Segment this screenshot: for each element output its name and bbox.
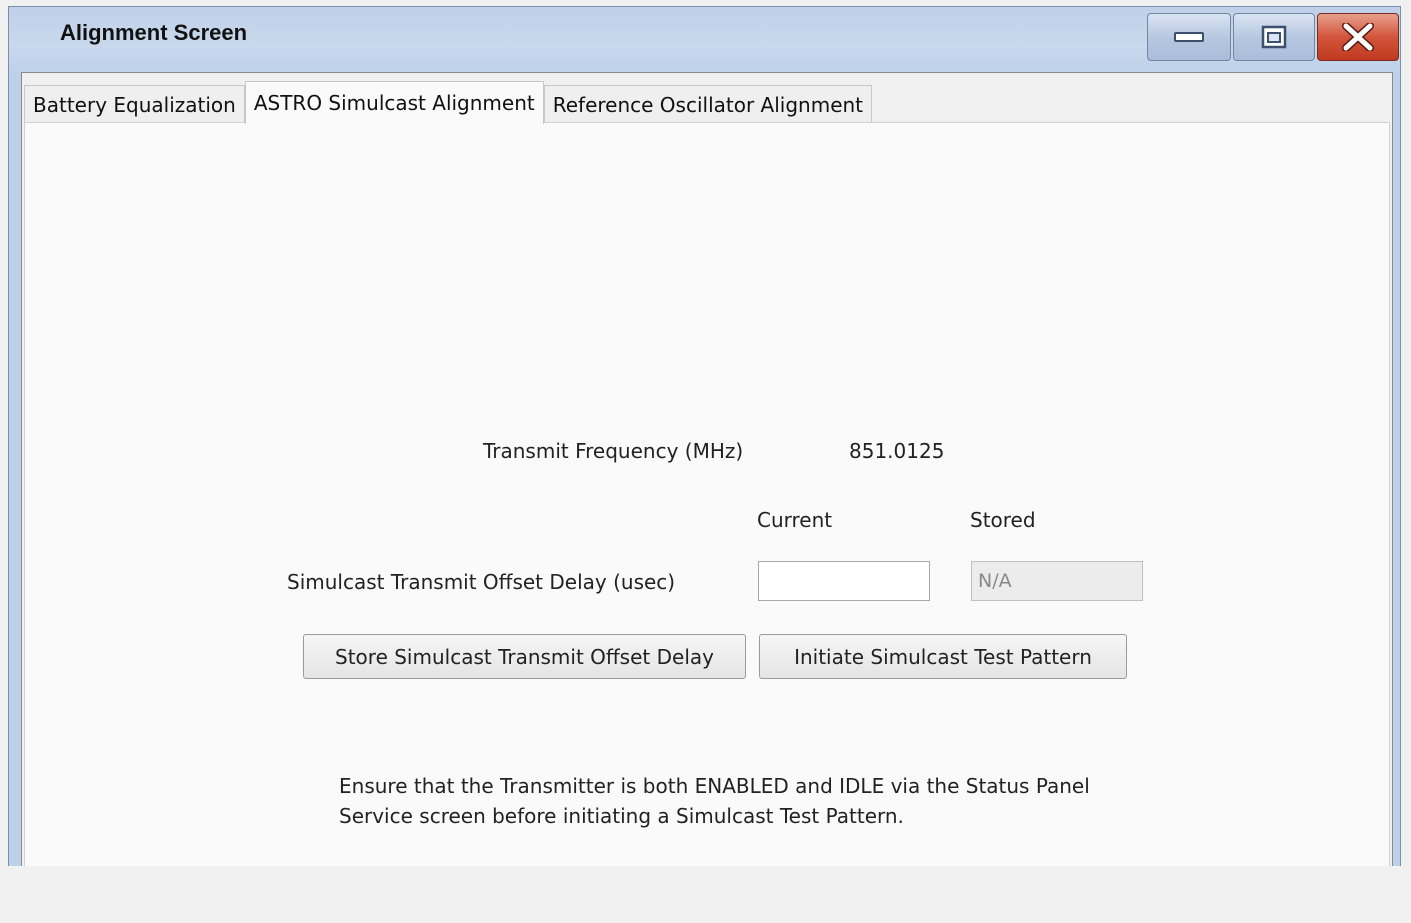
window-title: Alignment Screen <box>60 20 248 45</box>
minimize-button[interactable] <box>1147 13 1231 61</box>
stored-column-header: Stored <box>970 508 1036 532</box>
tab-battery-equalization[interactable]: Battery Equalization <box>24 85 245 123</box>
instruction-note-line-2: Service screen before initiating a Simul… <box>339 804 904 828</box>
tab-astro-simulcast-alignment[interactable]: ASTRO Simulcast Alignment <box>244 81 544 124</box>
transmit-frequency-value: 851.0125 <box>849 439 945 463</box>
close-icon <box>1342 23 1374 51</box>
bottom-strip <box>0 866 1411 923</box>
maximize-button[interactable] <box>1233 13 1315 61</box>
client-area: Battery Equalization ASTRO Simulcast Ali… <box>21 72 1393 868</box>
tab-strip: Battery Equalization ASTRO Simulcast Ali… <box>24 81 873 124</box>
maximize-icon <box>1261 25 1287 49</box>
tab-reference-oscillator-alignment[interactable]: Reference Oscillator Alignment <box>543 85 873 123</box>
instruction-note-line-1: Ensure that the Transmitter is both ENAB… <box>339 774 1090 798</box>
current-offset-delay-input[interactable] <box>758 561 930 601</box>
tab-panel: Transmit Frequency (MHz) 851.0125 Curren… <box>24 122 1390 868</box>
minimize-icon <box>1174 32 1204 42</box>
instruction-note: Ensure that the Transmitter is both ENAB… <box>339 771 1090 831</box>
transmit-frequency-label: Transmit Frequency (MHz) <box>483 439 744 463</box>
current-column-header: Current <box>757 508 833 532</box>
close-button[interactable] <box>1317 13 1399 61</box>
alignment-window: Alignment Screen Battery Equalization AS… <box>8 6 1401 868</box>
offset-delay-label: Simulcast Transmit Offset Delay (usec) <box>287 570 676 594</box>
stored-offset-delay-field <box>971 561 1143 601</box>
store-offset-delay-button[interactable]: Store Simulcast Transmit Offset Delay <box>303 634 746 679</box>
initiate-test-pattern-button[interactable]: Initiate Simulcast Test Pattern <box>759 634 1127 679</box>
